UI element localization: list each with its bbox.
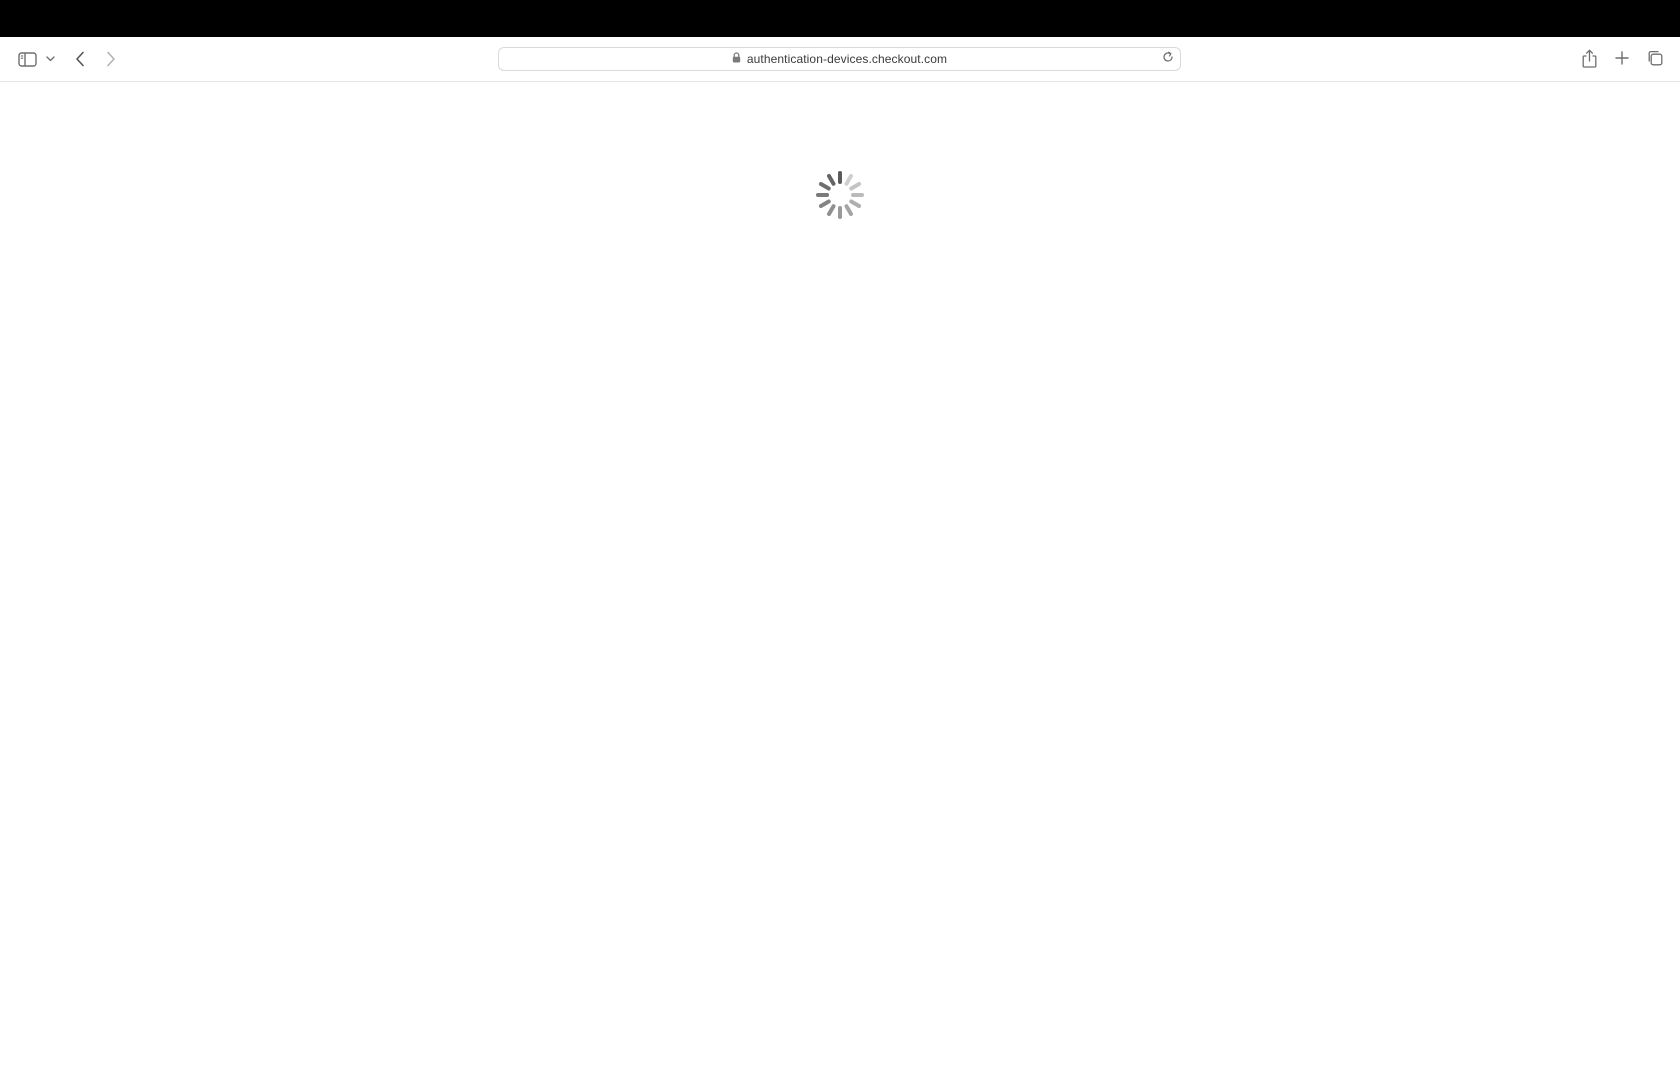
spinner-spoke: [818, 199, 831, 208]
reload-button[interactable]: [1161, 50, 1175, 68]
chevron-right-icon: [106, 51, 116, 67]
tab-overview-button[interactable]: [1645, 48, 1665, 68]
lock-icon: [732, 50, 741, 68]
page-content: [0, 82, 1680, 1087]
tabs-overview-icon: [1647, 50, 1663, 66]
spinner-spoke: [849, 182, 862, 191]
share-button[interactable]: [1579, 46, 1599, 70]
loading-spinner: [812, 167, 868, 223]
new-tab-button[interactable]: [1612, 48, 1632, 68]
browser-toolbar: authentication-devices.checkout.com: [0, 37, 1680, 82]
spinner-spoke: [844, 173, 853, 186]
spinner-spoke: [827, 204, 836, 217]
spinner-spoke: [844, 204, 853, 217]
chevron-down-icon: [45, 56, 55, 62]
url-group: authentication-devices.checkout.com: [732, 50, 947, 68]
chevron-left-icon: [75, 51, 85, 67]
spinner-spoke: [827, 173, 836, 186]
address-bar[interactable]: authentication-devices.checkout.com: [498, 47, 1181, 71]
sidebar-icon: [17, 51, 37, 67]
plus-icon: [1615, 51, 1629, 65]
back-button[interactable]: [70, 48, 90, 70]
url-text: authentication-devices.checkout.com: [746, 52, 948, 66]
sidebar-toggle-button[interactable]: [16, 49, 38, 69]
forward-button[interactable]: [101, 48, 121, 70]
sidebar-menu-button[interactable]: [44, 51, 56, 67]
spinner-spoke: [818, 182, 831, 191]
spinner-spoke: [849, 199, 862, 208]
reload-icon: [1162, 50, 1174, 68]
share-icon: [1582, 49, 1597, 68]
spinner-icon: [816, 171, 864, 219]
top-black-bar: [0, 0, 1680, 37]
